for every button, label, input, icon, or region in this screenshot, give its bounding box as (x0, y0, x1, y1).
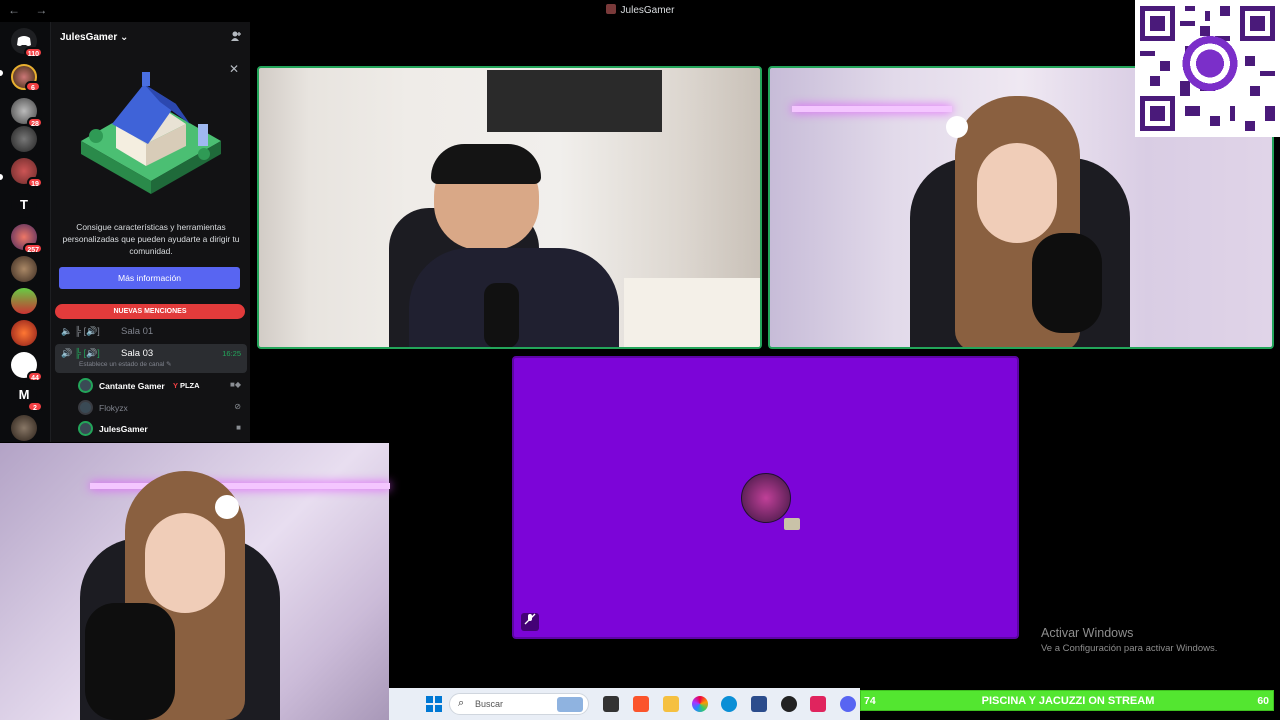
participant-hair (431, 144, 541, 184)
participant-face (977, 143, 1057, 243)
tiktok-icon[interactable] (810, 696, 826, 712)
voice-user[interactable]: Cantante Gamer Y PLZA ■◆ (51, 376, 251, 396)
camera-icon: ■◆ (230, 380, 241, 389)
speaker-icon: 🔈 ╠ [🔊] (61, 326, 100, 336)
server-icon[interactable]: 19 (11, 158, 43, 188)
title-bar: ← → JulesGamer (0, 0, 1280, 22)
avatar (78, 400, 93, 415)
channel-timer: 16:25 (222, 349, 241, 358)
screen-share-tile[interactable] (512, 356, 1019, 639)
channel-sidebar: JulesGamer ⌄ ✕ Consigue características … (50, 22, 250, 442)
mic-muted-icon[interactable] (521, 613, 539, 631)
server-rail: 110 6 28 19 T 257 44 M2 (0, 22, 50, 442)
more-info-button[interactable]: Más información (59, 267, 240, 289)
promo-description: Consigue características y herramientas … (62, 222, 240, 256)
avatar (78, 378, 93, 393)
task-view-icon[interactable] (603, 696, 619, 712)
neon-light (792, 106, 952, 112)
microphone (85, 603, 175, 720)
server-header[interactable]: JulesGamer ⌄ (51, 22, 251, 54)
unread-pill (0, 174, 3, 180)
speaker-icon: 🔊 ╠ [🔊] (61, 348, 100, 358)
webcam-overlay (0, 443, 390, 720)
webcam-face (145, 513, 225, 613)
server-name: JulesGamer ⌄ (60, 32, 129, 43)
app-icon (605, 4, 616, 14)
edge-icon[interactable] (721, 696, 737, 712)
discord-icon[interactable] (840, 696, 856, 712)
windows-start-icon[interactable] (426, 696, 442, 712)
ticker-text: PISCINA Y JACUZZI ON STREAM (981, 695, 1155, 707)
server-icon[interactable] (11, 320, 37, 346)
search-highlight-icon (557, 697, 583, 712)
bed (624, 278, 760, 347)
windows-activation-watermark: Activar Windows Ve a Configuración para … (1041, 626, 1218, 654)
file-explorer-icon[interactable] (663, 696, 679, 712)
server-icon[interactable] (11, 415, 37, 441)
cursor-icon (784, 518, 800, 530)
server-icon[interactable]: 28 (11, 98, 43, 128)
microphone (484, 283, 519, 347)
video-tile-participant[interactable] (257, 66, 762, 349)
direct-messages-icon[interactable]: 110 (11, 28, 43, 58)
unread-pill (0, 70, 3, 76)
taskbar-search[interactable]: ⌕ Buscar (449, 693, 589, 715)
clan-tag: Y PLZA (173, 381, 200, 390)
server-icon[interactable]: 6 (11, 64, 41, 92)
windows-taskbar: ⌕ Buscar (389, 688, 860, 720)
flower-hair-accessory (215, 495, 239, 519)
obs-icon[interactable] (781, 696, 797, 712)
microphone (1032, 233, 1102, 333)
voice-user[interactable]: JulesGamer ■ (51, 419, 251, 439)
store-icon[interactable] (751, 696, 767, 712)
server-icon[interactable] (11, 126, 37, 152)
neon-light (90, 483, 390, 489)
server-icon[interactable] (11, 288, 37, 314)
server-icon[interactable]: M2 (11, 382, 43, 412)
window-title: JulesGamer (0, 4, 1280, 16)
avatar (78, 421, 93, 436)
channel-status[interactable]: Establece un estado de canal ✎ (79, 360, 172, 368)
unread-badge: 110 (23, 47, 43, 58)
flower-hair-accessory (946, 116, 968, 138)
wall-tv (487, 70, 662, 132)
community-illustration (81, 72, 221, 194)
close-icon[interactable]: ✕ (229, 62, 239, 76)
copilot-icon[interactable] (692, 696, 708, 712)
server-icon[interactable]: T (11, 192, 37, 218)
server-icon[interactable]: 44 (11, 352, 43, 382)
server-icon[interactable]: 257 (11, 224, 43, 254)
user-avatar (741, 473, 791, 523)
voice-channel-sala-03[interactable]: 🔊 ╠ [🔊] Sala 03 16:25 Establece un estad… (55, 344, 247, 373)
brave-icon[interactable] (633, 696, 649, 712)
new-mentions-banner[interactable]: NUEVAS MENCIONES (55, 304, 245, 319)
search-icon: ⌕ (458, 697, 465, 709)
voice-user[interactable]: Flokyzx ⊘ (51, 398, 251, 418)
camera-icon: ■ (236, 423, 241, 432)
stream-goal-ticker: 74 PISCINA Y JACUZZI ON STREAM 60 (860, 690, 1274, 711)
server-icon[interactable] (11, 256, 37, 282)
invite-people-icon[interactable] (230, 30, 242, 45)
voice-channel-sala-01[interactable]: 🔈 ╠ [🔊] Sala 01 (51, 324, 251, 340)
yape-qr-code (1135, 0, 1280, 137)
ticker-right-count: 60 (1257, 695, 1269, 707)
deafened-icon: ⊘ (234, 402, 241, 411)
